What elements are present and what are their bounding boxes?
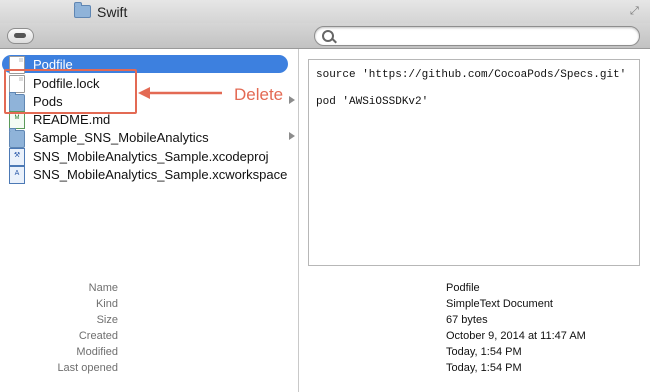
xcworkspace-icon: A bbox=[9, 165, 25, 184]
info-key: Kind bbox=[95, 298, 118, 310]
preview-line: source 'https://github.com/CocoaPods/Spe… bbox=[316, 69, 627, 81]
xcodeproj-icon: ⚒ bbox=[9, 147, 25, 166]
annotation-highlight-box bbox=[4, 69, 137, 114]
folder-icon bbox=[74, 2, 91, 18]
file-preview: source 'https://github.com/CocoaPods/Spe… bbox=[308, 59, 640, 266]
search-icon bbox=[322, 30, 334, 42]
annotation-arrow-icon bbox=[138, 87, 222, 99]
fullscreen-icon[interactable]: ⤢ bbox=[630, 5, 642, 17]
toolbar bbox=[0, 23, 650, 49]
info-value: SimpleText Document bbox=[446, 298, 553, 310]
search-field[interactable] bbox=[314, 26, 640, 46]
toolbar-toggle-button[interactable] bbox=[7, 28, 34, 44]
info-value: Today, 1:54 PM bbox=[446, 346, 522, 358]
file-row-sample-sns[interactable]: Sample_SNS_MobileAnalytics bbox=[2, 127, 295, 148]
disclosure-arrow-icon bbox=[289, 96, 295, 104]
file-name: Sample_SNS_MobileAnalytics bbox=[33, 129, 209, 145]
info-value: Today, 1:54 PM bbox=[446, 362, 522, 374]
info-value: October 9, 2014 at 11:47 AM bbox=[446, 330, 586, 342]
file-row-xcworkspace[interactable]: A SNS_MobileAnalytics_Sample.xcworkspace bbox=[2, 165, 288, 184]
info-key: Size bbox=[96, 314, 118, 326]
search-input[interactable] bbox=[339, 28, 633, 45]
info-value: 67 bytes bbox=[446, 314, 488, 326]
folder-icon bbox=[9, 127, 25, 148]
file-name: SNS_MobileAnalytics_Sample.xcworkspace bbox=[33, 166, 288, 182]
file-name: SNS_MobileAnalytics_Sample.xcodeproj bbox=[33, 148, 269, 164]
preview-line: pod 'AWSiOSSDKv2' bbox=[316, 96, 429, 108]
info-key: Modified bbox=[76, 346, 118, 358]
window-title: Swift bbox=[97, 3, 128, 20]
title-bar: Swift ⤢ bbox=[0, 0, 650, 23]
file-row-xcodeproj[interactable]: ⚒ SNS_MobileAnalytics_Sample.xcodeproj bbox=[2, 147, 288, 166]
info-value: Podfile bbox=[446, 282, 480, 294]
disclosure-arrow-icon bbox=[289, 132, 295, 140]
info-key: Created bbox=[78, 330, 118, 342]
window-title-group: Swift bbox=[74, 2, 128, 20]
info-key: Name bbox=[88, 282, 118, 294]
info-key: Last opened bbox=[57, 362, 118, 374]
annotation-label: Delete bbox=[234, 85, 284, 104]
